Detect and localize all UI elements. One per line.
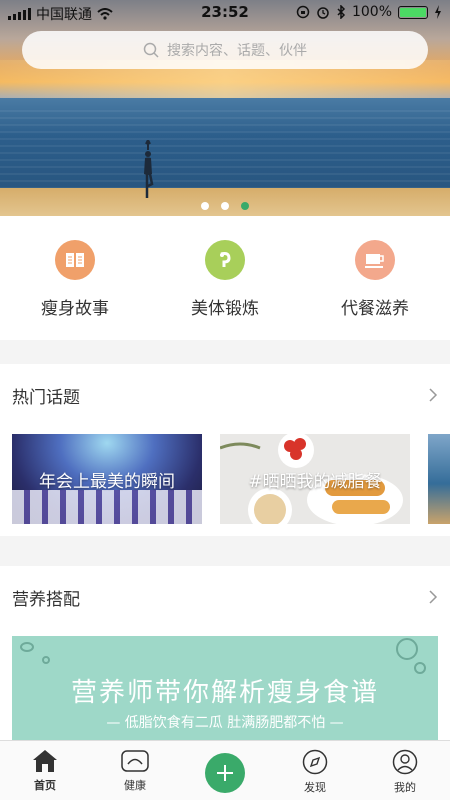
category-row: 瘦身故事 美体锻炼 代餐滋养: [0, 216, 450, 340]
tab-home[interactable]: 首页: [0, 741, 90, 800]
search-bar[interactable]: 搜索内容、话题、伙伴: [22, 31, 428, 69]
profile-icon: [392, 749, 418, 775]
waves: [0, 110, 450, 190]
carousel-dot-active[interactable]: [241, 202, 249, 210]
dumbbell-icon: [205, 240, 245, 280]
search-icon: [143, 42, 159, 58]
tab-label: 健康: [124, 779, 146, 792]
banner-subtitle: — 低脂饮食有二瓜 肚满肠肥都不怕 —: [106, 715, 344, 731]
category-body-exercise[interactable]: 美体锻炼: [150, 216, 300, 340]
section-title: 热门话题: [12, 387, 80, 408]
deco-shape: [396, 638, 418, 660]
topic-list: 年会上最美的瞬间 #晒晒我的减脂餐: [12, 434, 450, 524]
home-icon: [33, 750, 57, 772]
category-meal-replacement[interactable]: 代餐滋养: [300, 216, 450, 340]
bluetooth-icon: [337, 5, 346, 19]
rotation-lock-icon: [296, 5, 310, 19]
book-icon: [55, 240, 95, 280]
hero-banner[interactable]: 中国联通 23:52 100% 搜索内容、话题、伙伴: [0, 0, 450, 216]
charging-icon: [435, 5, 441, 19]
banquet-image: [12, 490, 202, 524]
tab-label: 发现: [304, 781, 326, 794]
plus-icon[interactable]: [205, 753, 245, 793]
category-label: 代餐滋养: [341, 299, 409, 319]
nutrition-banner[interactable]: 营养师带你解析瘦身食谱 — 低脂饮食有二瓜 肚满肠肥都不怕 —: [12, 636, 438, 746]
topic-card[interactable]: 年会上最美的瞬间: [12, 434, 202, 524]
search-placeholder: 搜索内容、话题、伙伴: [167, 43, 307, 59]
chevron-right-icon[interactable]: [428, 590, 438, 604]
cup-icon: [355, 240, 395, 280]
deco-shape: [20, 642, 34, 652]
carousel-dot[interactable]: [221, 202, 229, 210]
tab-label: 首页: [34, 779, 56, 792]
status-bar: 中国联通 23:52 100%: [0, 0, 450, 26]
topic-label: 年会上最美的瞬间: [39, 471, 175, 492]
chevron-right-icon[interactable]: [428, 388, 438, 402]
tab-add[interactable]: [180, 741, 270, 800]
topic-card-partial[interactable]: [428, 434, 450, 524]
yoga-figure: [144, 140, 154, 198]
carousel-indicator[interactable]: [0, 202, 450, 210]
carousel-dot[interactable]: [201, 202, 209, 210]
category-label: 美体锻炼: [191, 299, 259, 319]
tab-discover[interactable]: 发现: [270, 741, 360, 800]
category-slimming-stories[interactable]: 瘦身故事: [0, 216, 150, 340]
topic-card[interactable]: #晒晒我的减脂餐: [220, 434, 410, 524]
battery-percent: 100%: [351, 4, 392, 20]
tab-bar: 首页 健康 发现 我的: [0, 740, 450, 800]
deco-shape: [42, 656, 50, 664]
tab-health[interactable]: 健康: [90, 741, 180, 800]
tab-profile[interactable]: 我的: [360, 741, 450, 800]
section-title: 营养搭配: [12, 589, 80, 610]
topic-label: #晒晒我的减脂餐: [248, 471, 382, 492]
battery-icon: [398, 5, 428, 19]
alarm-icon: [317, 7, 329, 19]
health-icon: [121, 750, 149, 772]
category-label: 瘦身故事: [41, 299, 109, 319]
banner-title: 营养师带你解析瘦身食谱: [70, 678, 379, 708]
tab-label: 我的: [394, 781, 416, 794]
banner-subtitle-text: 低脂饮食有二瓜 肚满肠肥都不怕: [124, 715, 326, 731]
compass-icon: [302, 749, 328, 775]
